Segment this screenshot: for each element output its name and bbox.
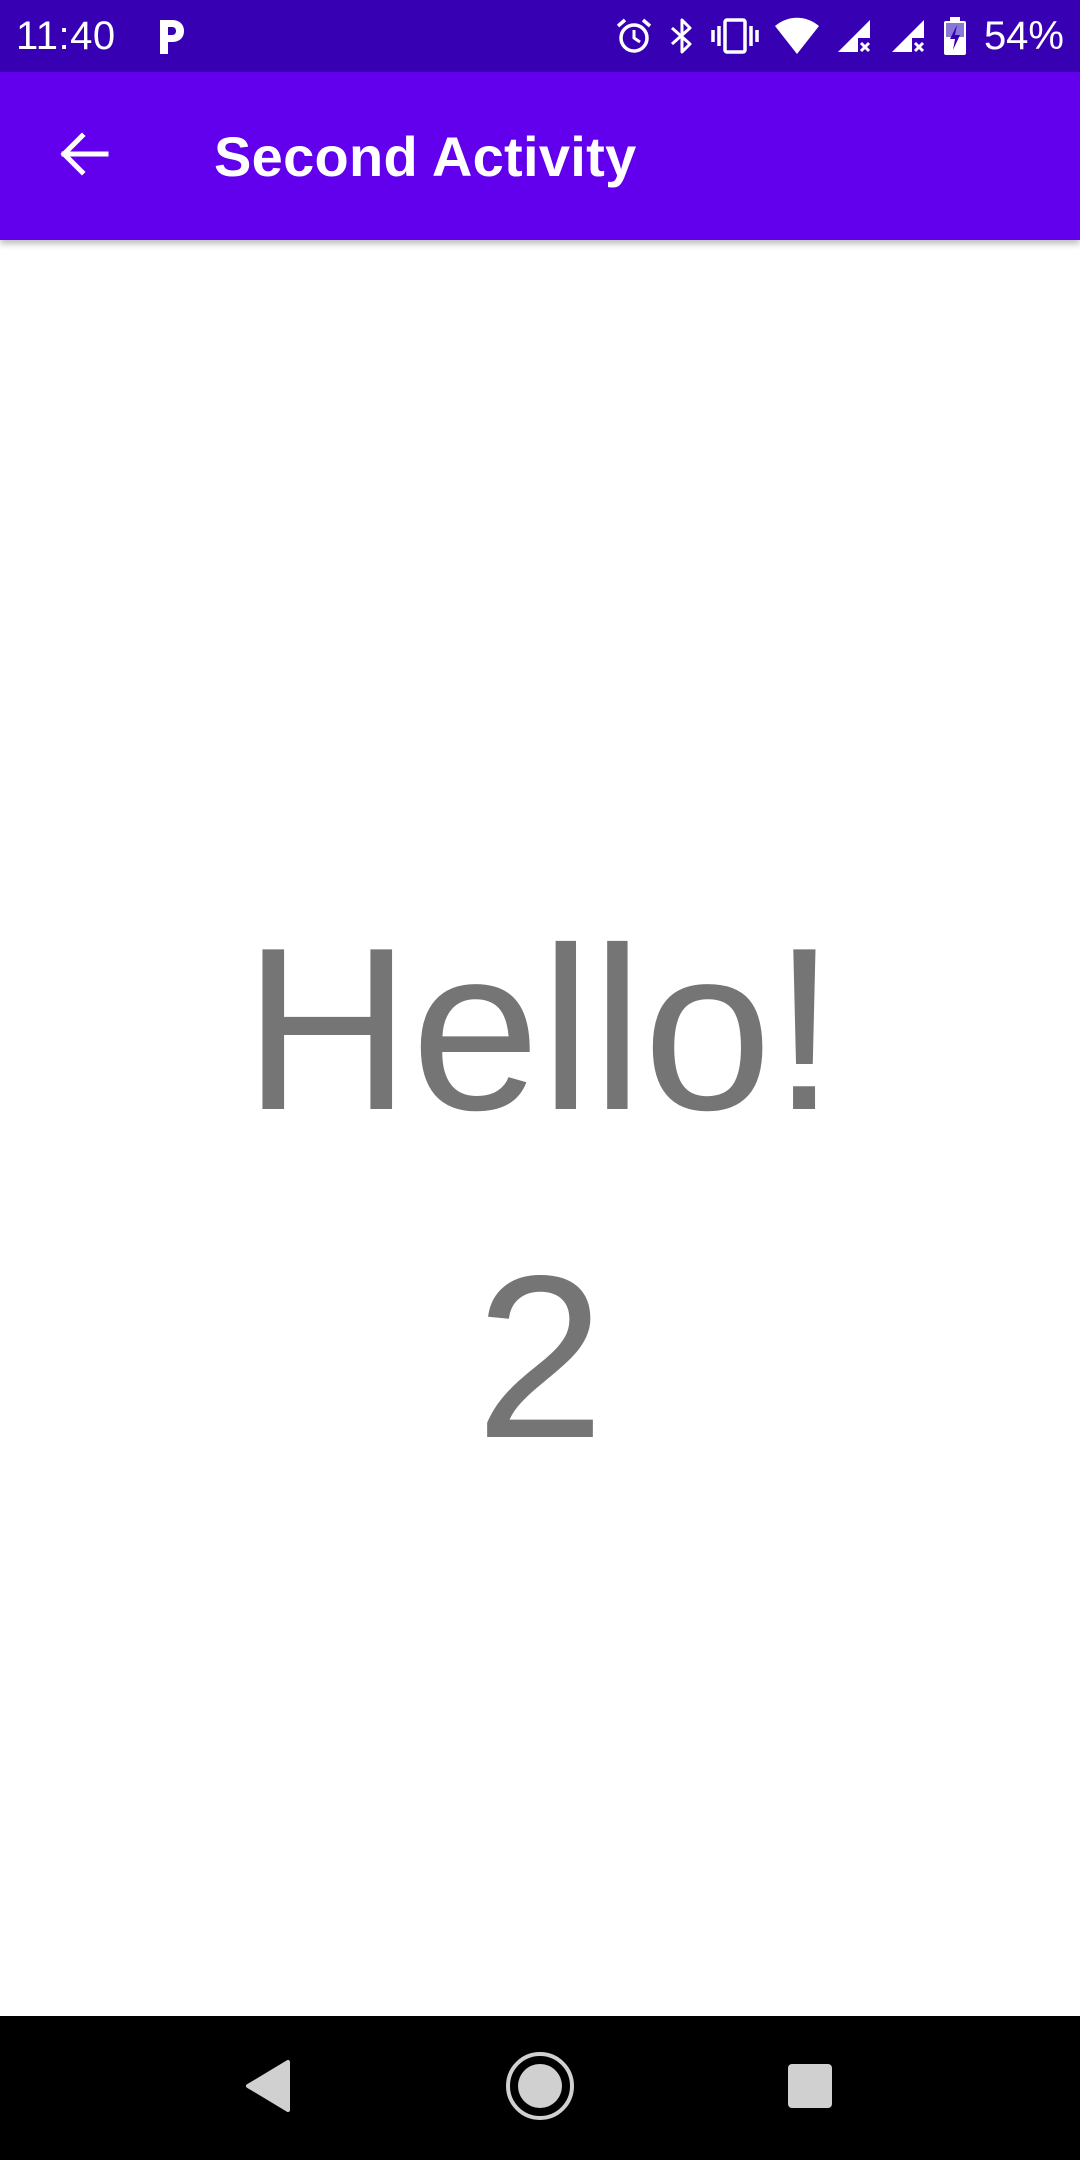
vibrate-icon xyxy=(710,16,760,56)
signal-icon xyxy=(888,16,928,56)
home-circle-icon xyxy=(504,2050,576,2127)
wifi-icon xyxy=(774,16,820,56)
nav-recents-button[interactable] xyxy=(774,2052,846,2124)
battery-charging-icon xyxy=(942,16,968,56)
nav-home-button[interactable] xyxy=(504,2050,576,2127)
alarm-icon xyxy=(614,16,654,56)
app-bar: Second Activity xyxy=(0,72,1080,240)
greeting-text: Hello! xyxy=(243,900,837,1159)
arrow-back-icon xyxy=(56,126,112,187)
count-text: 2 xyxy=(475,1228,605,1487)
nav-back-button[interactable] xyxy=(232,2052,304,2124)
recents-square-icon xyxy=(786,2062,834,2115)
status-icons: 54% xyxy=(614,14,1064,59)
battery-percent: 54% xyxy=(983,13,1064,58)
back-triangle-icon xyxy=(244,2058,292,2119)
page-title: Second Activity xyxy=(214,124,637,188)
signal-icon xyxy=(834,16,874,56)
main-content: Hello! 2 xyxy=(0,240,1080,2016)
status-time: 11:40 xyxy=(16,13,116,58)
status-bar: 11:40 54% xyxy=(0,0,1080,72)
back-button[interactable] xyxy=(42,114,126,198)
bluetooth-icon xyxy=(668,16,696,56)
screen: 11:40 54% Second Activity Hello! 2 xyxy=(0,0,1080,2160)
navigation-bar xyxy=(0,2016,1080,2160)
p-icon xyxy=(154,16,186,56)
